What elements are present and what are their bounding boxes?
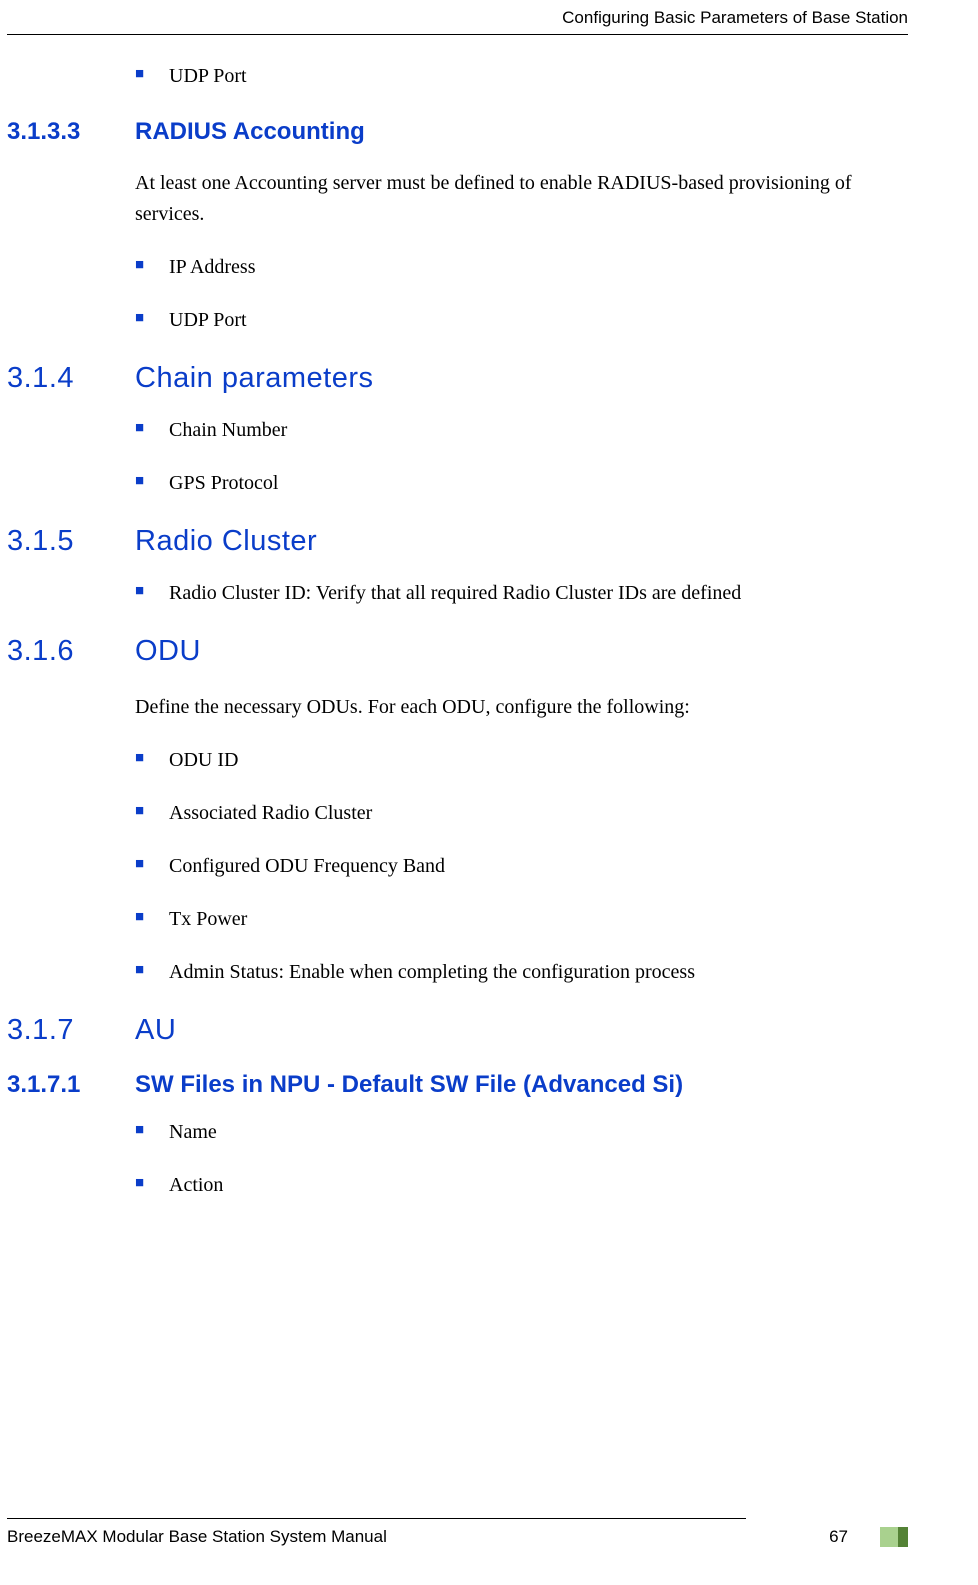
list-item: Radio Cluster ID: Verify that all requir… <box>135 582 908 605</box>
section-number: 3.1.7 <box>7 1014 135 1047</box>
section-number: 3.1.3.3 <box>7 118 135 146</box>
section-heading-316: 3.1.6 ODU <box>7 635 908 668</box>
bullet-list-3133: IP Address UDP Port <box>7 256 908 332</box>
section-number: 3.1.7.1 <box>7 1071 135 1099</box>
footer-divider <box>7 1518 746 1519</box>
list-item: Configured ODU Frequency Band <box>135 855 908 878</box>
list-item: UDP Port <box>135 65 908 88</box>
page-footer: BreezeMAX Modular Base Station System Ma… <box>7 1518 908 1547</box>
list-item: GPS Protocol <box>135 472 908 495</box>
section-number: 3.1.5 <box>7 525 135 558</box>
section-body: At least one Accounting server must be d… <box>7 168 908 230</box>
list-item: Name <box>135 1121 908 1144</box>
section-title: Radio Cluster <box>135 525 317 558</box>
top-bullet-list: UDP Port <box>7 65 908 88</box>
list-item: IP Address <box>135 256 908 279</box>
list-item: UDP Port <box>135 309 908 332</box>
section-heading-317: 3.1.7 AU <box>7 1014 908 1047</box>
section-heading-3133: 3.1.3.3 RADIUS Accounting <box>7 118 908 146</box>
section-body: Define the necessary ODUs. For each ODU,… <box>7 692 908 723</box>
section-heading-314: 3.1.4 Chain parameters <box>7 362 908 395</box>
section-number: 3.1.6 <box>7 635 135 668</box>
list-item: Tx Power <box>135 908 908 931</box>
list-item: Action <box>135 1174 908 1197</box>
page-content: UDP Port 3.1.3.3 RADIUS Accounting At le… <box>0 35 978 1197</box>
footer-page-number: 67 <box>829 1527 848 1547</box>
bar-segment-light <box>880 1527 898 1547</box>
list-item: Associated Radio Cluster <box>135 802 908 825</box>
page-header-title: Configuring Basic Parameters of Base Sta… <box>0 0 978 28</box>
bullet-list-314: Chain Number GPS Protocol <box>7 419 908 495</box>
footer-row: BreezeMAX Modular Base Station System Ma… <box>7 1527 908 1547</box>
footer-color-bar <box>880 1527 908 1547</box>
section-title: ODU <box>135 635 201 668</box>
bullet-list-315: Radio Cluster ID: Verify that all requir… <box>7 582 908 605</box>
bar-segment-dark <box>898 1527 908 1547</box>
list-item: Admin Status: Enable when completing the… <box>135 961 908 984</box>
list-item: ODU ID <box>135 749 908 772</box>
section-title: SW Files in NPU - Default SW File (Advan… <box>135 1071 683 1099</box>
list-item: Chain Number <box>135 419 908 442</box>
section-number: 3.1.4 <box>7 362 135 395</box>
section-heading-3171: 3.1.7.1 SW Files in NPU - Default SW Fil… <box>7 1071 908 1099</box>
bullet-list-316: ODU ID Associated Radio Cluster Configur… <box>7 749 908 984</box>
section-title: RADIUS Accounting <box>135 118 365 146</box>
section-title: AU <box>135 1014 176 1047</box>
bullet-list-3171: Name Action <box>7 1121 908 1197</box>
section-title: Chain parameters <box>135 362 374 395</box>
section-heading-315: 3.1.5 Radio Cluster <box>7 525 908 558</box>
footer-manual-title: BreezeMAX Modular Base Station System Ma… <box>7 1527 829 1547</box>
